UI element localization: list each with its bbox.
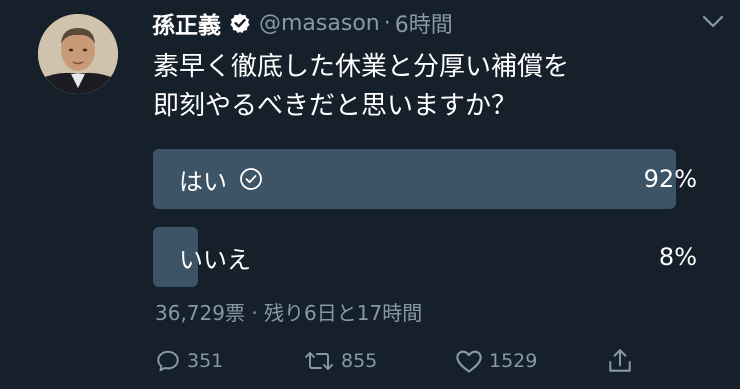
tweet-timestamp[interactable]: 6時間 (395, 7, 453, 39)
reply-button[interactable]: 351 (155, 344, 223, 378)
tweet-header: 孫正義 @masason · 6時間 (152, 6, 453, 40)
chevron-down-icon (702, 15, 724, 28)
author-handle[interactable]: @masason (259, 11, 380, 36)
tweet-text-line: 素早く徹底した休業と分厚い補償を (153, 52, 570, 82)
poll-option-percent: 92% (643, 165, 697, 193)
avatar[interactable] (38, 14, 118, 94)
tweet-text-line: 即刻やるべきだと思いますか？ (153, 91, 518, 121)
share-icon (609, 349, 631, 372)
author-name[interactable]: 孫正義 (152, 6, 221, 40)
poll: はい 92% いいえ 8% (153, 149, 703, 305)
check-circle-icon (239, 167, 263, 191)
tweet-text: 素早く徹底した休業と分厚い補償を 即刻やるべきだと思いますか？ (153, 48, 713, 126)
reply-count: 351 (187, 350, 224, 372)
tweet-actions: 351 855 1529 (155, 344, 645, 378)
poll-option-label: いいえ (179, 245, 251, 274)
separator-dot: · (383, 10, 391, 36)
poll-option-label: はい (179, 167, 227, 196)
verified-badge-icon (229, 12, 251, 34)
share-button[interactable] (607, 344, 633, 378)
poll-option-no: いいえ 8% (153, 227, 703, 287)
more-options-button[interactable] (700, 10, 726, 34)
poll-meta: 36,729票 · 残り6日と17時間 (155, 301, 423, 325)
retweet-icon (305, 352, 333, 370)
poll-option-yes: はい 92% (153, 149, 703, 209)
like-button[interactable]: 1529 (455, 344, 537, 378)
retweet-count: 855 (341, 350, 378, 372)
poll-option-percent: 8% (658, 243, 697, 271)
retweet-button[interactable]: 855 (303, 344, 377, 378)
heart-icon (456, 350, 482, 373)
reply-icon (157, 350, 179, 372)
like-count: 1529 (489, 350, 538, 372)
